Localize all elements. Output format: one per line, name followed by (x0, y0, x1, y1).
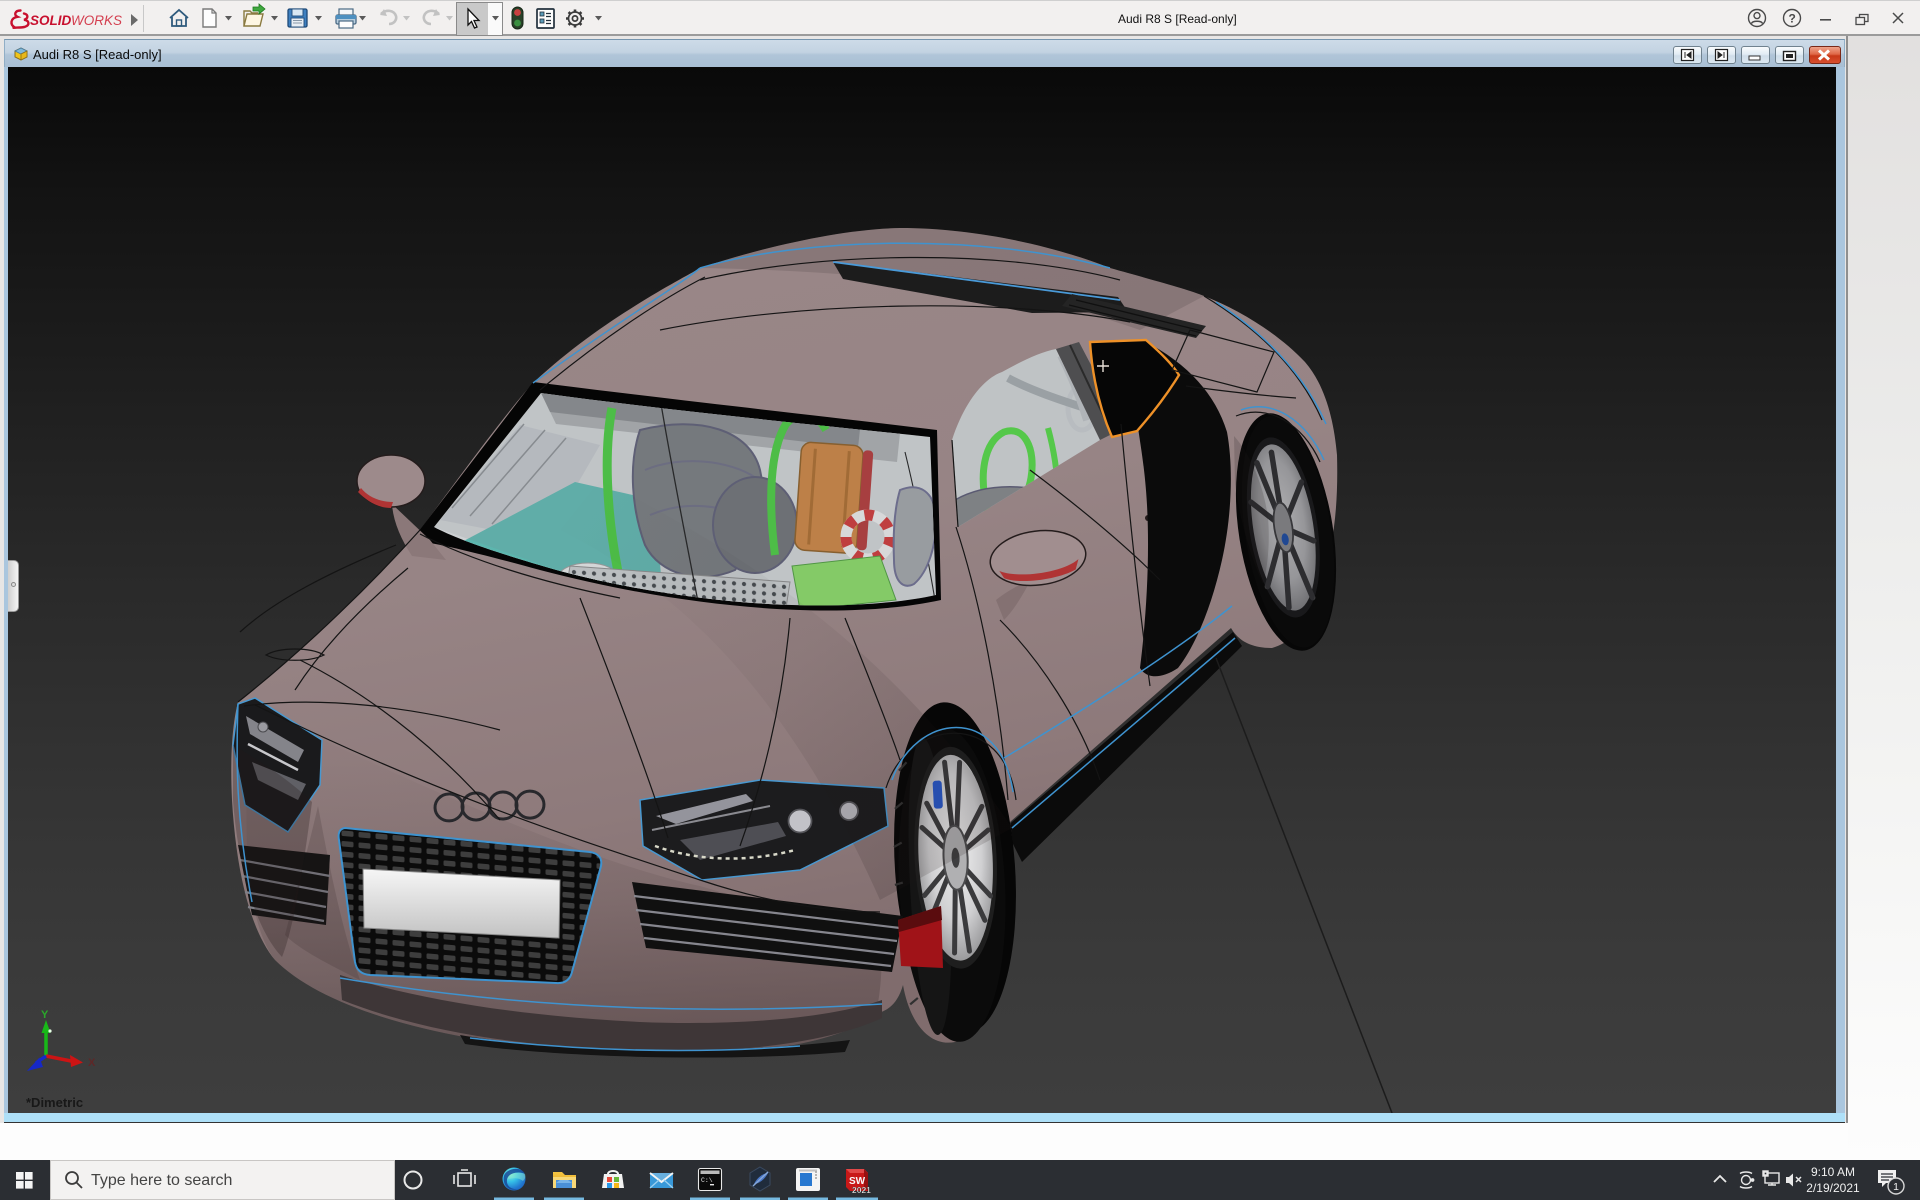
svg-text:1: 1 (1893, 1181, 1899, 1193)
svg-text:Y: Y (41, 1009, 49, 1021)
svg-text:X: X (88, 1057, 96, 1069)
svg-text:C:\: C:\ (701, 1177, 713, 1184)
svg-text:2021: 2021 (852, 1185, 871, 1195)
svg-text:2/19/2021: 2/19/2021 (1806, 1181, 1860, 1195)
svg-text:9:10 AM: 9:10 AM (1811, 1165, 1855, 1179)
svg-text:?: ? (1789, 12, 1796, 26)
